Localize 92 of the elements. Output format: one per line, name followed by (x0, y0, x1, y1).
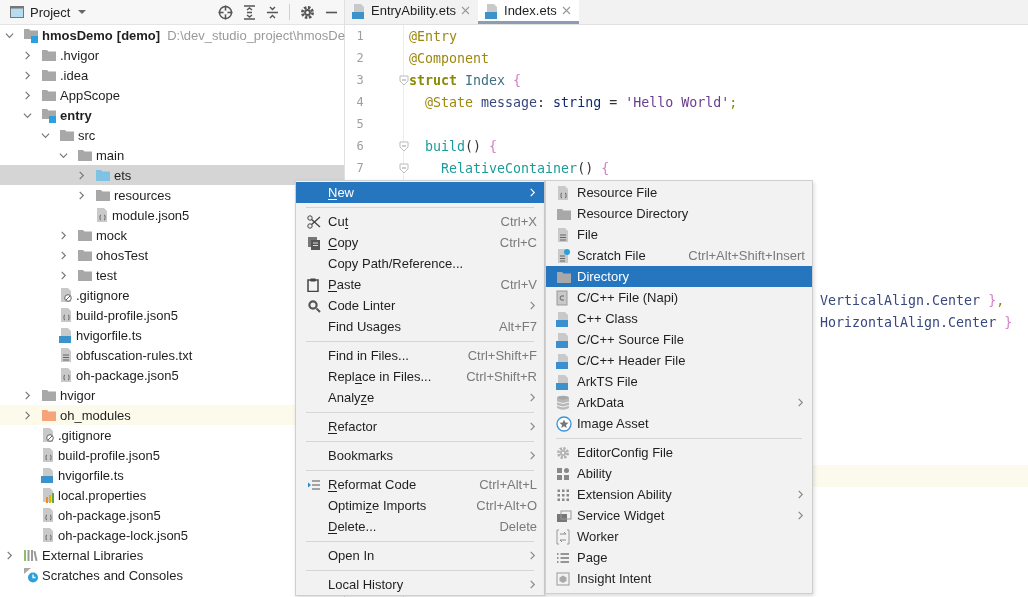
menu-label: Resource File (577, 185, 658, 200)
code-line: struct Index { (409, 72, 522, 88)
shortcut-text: Ctrl+V (499, 277, 537, 292)
menu-label: C/C++ File (Napi) (577, 290, 679, 305)
menu-label: Ability (577, 466, 612, 481)
menu-label: Code Linter (328, 298, 396, 313)
menu-label: Insight Intent (577, 571, 652, 586)
tree-label: .idea (60, 67, 89, 83)
line-number: 4 (355, 95, 365, 109)
menu-label: Worker (577, 529, 619, 544)
menu-label: Scratch File (577, 248, 646, 263)
menu-label: Find in Files... (328, 348, 409, 363)
shortcut-text: Ctrl+C (498, 235, 537, 250)
shortcut-text: Alt+F7 (498, 319, 537, 334)
menu-label: EditorConfig File (577, 445, 674, 460)
code-line: RelativeContainer() { (440, 160, 610, 176)
project-path: D:\dev_studio_project\hmosDe (167, 27, 345, 43)
menu-label: Reformat Code (328, 477, 417, 492)
menu-label: New (328, 185, 354, 200)
shortcut-text: Ctrl+Shift+F (466, 348, 537, 363)
tree-label: oh_modules (60, 407, 131, 423)
tab-label: EntryAbility.ets (371, 3, 456, 18)
code-line: HorizontalAlign.Center } (820, 314, 1013, 330)
code-line: VerticalAlign.Center }, (820, 292, 1005, 308)
tree-label: .gitignore (58, 427, 112, 443)
tree-label: ets (114, 167, 132, 183)
menu-label: Image Asset (577, 416, 649, 431)
line-number: 6 (355, 139, 365, 153)
shortcut-text: Ctrl+Alt+L (478, 477, 537, 492)
menu-label: Paste (328, 277, 362, 292)
shortcut-text: Ctrl+Alt+O (475, 498, 537, 513)
line-number: 5 (355, 117, 365, 131)
tree-label: test (96, 267, 117, 283)
tree-label: hvigorfile.ts (76, 327, 142, 343)
tree-label: obfuscation-rules.txt (76, 347, 193, 363)
line-number: 1 (355, 29, 365, 43)
tree-label: oh-package.json5 (58, 507, 161, 523)
tree-label: resources (114, 187, 172, 203)
tree-label: src (78, 127, 96, 143)
shortcut-text: Ctrl+Alt+Shift+Insert (687, 248, 805, 263)
menu-label: File (577, 227, 598, 242)
menu-label: Bookmarks (328, 448, 394, 463)
tree-label: .hvigor (60, 47, 100, 63)
tree-label: mock (96, 227, 128, 243)
menu-label: Service Widget (577, 508, 665, 523)
shortcut-text: Ctrl+Shift+R (465, 369, 537, 384)
menu-label: Find Usages (328, 319, 401, 334)
code-line: @Entry (409, 28, 458, 44)
tree-label: Scratches and Consoles (42, 567, 183, 583)
tree-label: entry (60, 107, 92, 123)
shortcut-text: Ctrl+X (499, 214, 537, 229)
tree-label: .gitignore (76, 287, 130, 303)
tree-label: build-profile.json5 (58, 447, 160, 463)
code-line: @Component (409, 50, 490, 66)
menu-label: Optimize Imports (328, 498, 427, 513)
tree-label: oh-package.json5 (76, 367, 179, 383)
tree-label: oh-package-lock.json5 (58, 527, 189, 543)
tree-label: main (96, 147, 125, 163)
tree-label: build-profile.json5 (76, 307, 178, 323)
tree-label: module.json5 (112, 207, 190, 223)
tree-label: hvigor (60, 387, 96, 403)
menu-label: Analyze (328, 390, 375, 405)
menu-label: C++ Class (577, 311, 638, 326)
tree-label: hvigorfile.ts (58, 467, 124, 483)
tree-label: AppScope (60, 87, 120, 103)
menu-label: Copy (328, 235, 359, 250)
module-tag: [demo] (116, 27, 161, 43)
menu-label: Replace in Files... (328, 369, 432, 384)
tree-label: External Libraries (42, 547, 144, 563)
line-number: 7 (355, 161, 365, 175)
line-number: 2 (355, 51, 365, 65)
menu-label: Extension Ability (577, 487, 672, 502)
menu-label: Cut (328, 214, 349, 229)
menu-label: Copy Path/Reference... (328, 256, 464, 271)
menu-label: C/C++ Header File (577, 353, 686, 368)
code-line: build() { (424, 138, 498, 154)
menu-label: ArkTS File (577, 374, 638, 389)
tree-label: local.properties (58, 487, 147, 503)
shortcut-text: Delete (498, 519, 537, 534)
tree-label: ohosTest (96, 247, 149, 263)
menu-label: Local History (328, 577, 404, 592)
menu-label: Resource Directory (577, 206, 689, 221)
menu-label: Open In (328, 548, 375, 563)
menu-label: C/C++ Source File (577, 332, 684, 347)
menu-label: Page (577, 550, 608, 565)
code-line: @State message: string = 'Hello World'; (424, 94, 738, 110)
menu-label: Delete... (328, 519, 377, 534)
menu-label: ArkData (577, 395, 624, 410)
tab-label: Index.ets (504, 3, 557, 18)
menu-label: Directory (577, 269, 629, 284)
line-number: 3 (355, 73, 365, 87)
tree-label: hmosDemo (42, 27, 113, 43)
